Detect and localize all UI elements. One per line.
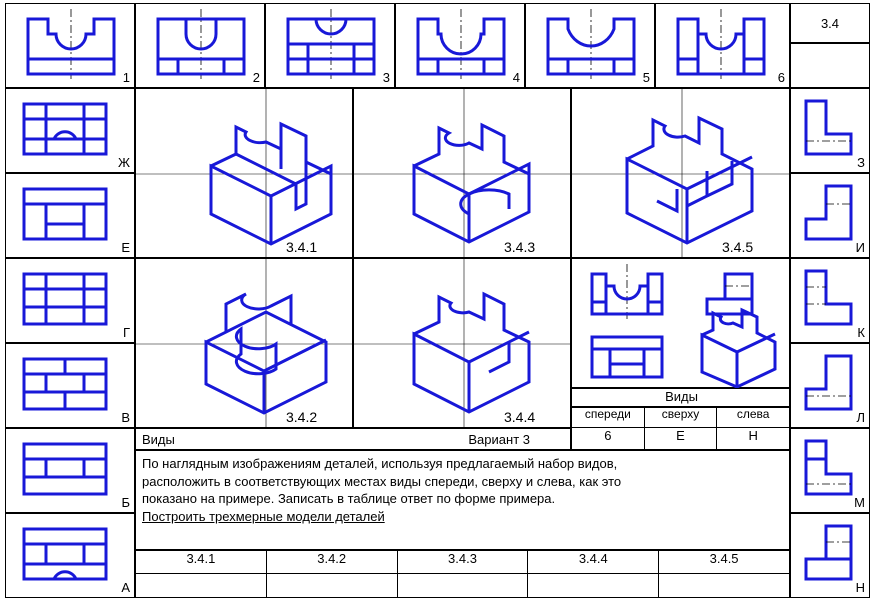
top-label-4: 4	[513, 70, 520, 85]
ans-blank-3[interactable]	[528, 574, 659, 598]
page-number-box: 3.4	[790, 3, 870, 43]
right-option-z: З	[790, 88, 870, 173]
iso-label-4: 3.4.4	[504, 409, 535, 425]
ans-blank-4[interactable]	[659, 574, 790, 598]
ans-col-2: 3.4.3	[398, 550, 529, 574]
answer-blank-row	[135, 574, 790, 598]
iso-cell-1: 3.4.1	[135, 88, 353, 258]
left-label-g: Г	[123, 325, 130, 340]
iso-label-3: 3.4.3	[504, 239, 535, 255]
right-label-l: Л	[856, 410, 865, 425]
instr-line-3: показано на примере. Записать в таблице …	[142, 490, 783, 508]
right-option-m: М	[790, 428, 870, 513]
top-label-5: 5	[643, 70, 650, 85]
title-row: Виды Вариант 3	[135, 428, 571, 450]
answer-header-row: 3.4.1 3.4.2 3.4.3 3.4.4 3.4.5	[135, 550, 790, 574]
left-option-e: Е	[5, 173, 135, 258]
iso-cell-3: 3.4.3	[353, 88, 571, 258]
left-label-v: В	[121, 410, 130, 425]
example-table-cols: спереди сверху слева	[571, 406, 790, 428]
top-label-6: 6	[778, 70, 785, 85]
iso-label-1: 3.4.1	[286, 239, 317, 255]
ex-val-2: Н	[717, 428, 790, 450]
ans-col-4: 3.4.5	[659, 550, 790, 574]
left-option-zh: Ж	[5, 88, 135, 173]
example-views	[571, 258, 790, 388]
left-label-e: Е	[121, 240, 130, 255]
ex-col-2: слева	[717, 406, 790, 428]
right-option-i: И	[790, 173, 870, 258]
instructions: По наглядным изображениям деталей, испол…	[135, 450, 790, 550]
top-option-3: 3	[265, 3, 395, 88]
ans-col-3: 3.4.4	[528, 550, 659, 574]
ans-col-0: 3.4.1	[135, 550, 267, 574]
top-option-5: 5	[525, 3, 655, 88]
corner-spacer	[790, 43, 870, 88]
iso-label-2: 3.4.2	[286, 409, 317, 425]
top-label-2: 2	[253, 70, 260, 85]
instr-line-2: расположить в соответствующих местах вид…	[142, 473, 783, 491]
left-label-a: А	[121, 580, 130, 595]
top-option-4: 4	[395, 3, 525, 88]
right-option-k: К	[790, 258, 870, 343]
top-option-2: 2	[135, 3, 265, 88]
iso-label-5: 3.4.5	[722, 239, 753, 255]
ex-val-1: Е	[645, 428, 718, 450]
right-label-m: М	[854, 495, 865, 510]
page-number: 3.4	[821, 16, 839, 31]
top-option-6: 6	[655, 3, 790, 88]
instr-line-1: По наглядным изображениям деталей, испол…	[142, 455, 783, 473]
top-option-1: 1	[5, 3, 135, 88]
left-label-zh: Ж	[118, 155, 130, 170]
ans-blank-1[interactable]	[267, 574, 398, 598]
worksheet-page: 1 2 3 4 5 6 3.4	[0, 0, 875, 602]
right-label-i: И	[856, 240, 865, 255]
left-option-b: Б	[5, 428, 135, 513]
top-label-1: 1	[123, 70, 130, 85]
left-option-v: В	[5, 343, 135, 428]
title-right: Вариант 3	[468, 432, 570, 447]
ans-col-1: 3.4.2	[267, 550, 398, 574]
right-option-n: Н	[790, 513, 870, 598]
right-label-k: К	[857, 325, 865, 340]
right-option-l: Л	[790, 343, 870, 428]
left-option-a: А	[5, 513, 135, 598]
iso-cell-4: 3.4.4	[353, 258, 571, 428]
left-option-g: Г	[5, 258, 135, 343]
ex-col-0: спереди	[571, 406, 645, 428]
left-label-b: Б	[121, 495, 130, 510]
instr-line-4: Построить трехмерные модели деталей	[142, 508, 783, 526]
ans-blank-2[interactable]	[398, 574, 529, 598]
title-left: Виды	[136, 432, 468, 447]
right-label-z: З	[857, 155, 865, 170]
ans-blank-0[interactable]	[135, 574, 267, 598]
iso-cell-5: 3.4.5	[571, 88, 790, 258]
top-label-3: 3	[383, 70, 390, 85]
iso-cell-2: 3.4.2	[135, 258, 353, 428]
ex-col-1: сверху	[645, 406, 718, 428]
ex-val-0: 6	[571, 428, 645, 450]
right-label-n: Н	[856, 580, 865, 595]
example-table-vals: 6 Е Н	[571, 428, 790, 450]
